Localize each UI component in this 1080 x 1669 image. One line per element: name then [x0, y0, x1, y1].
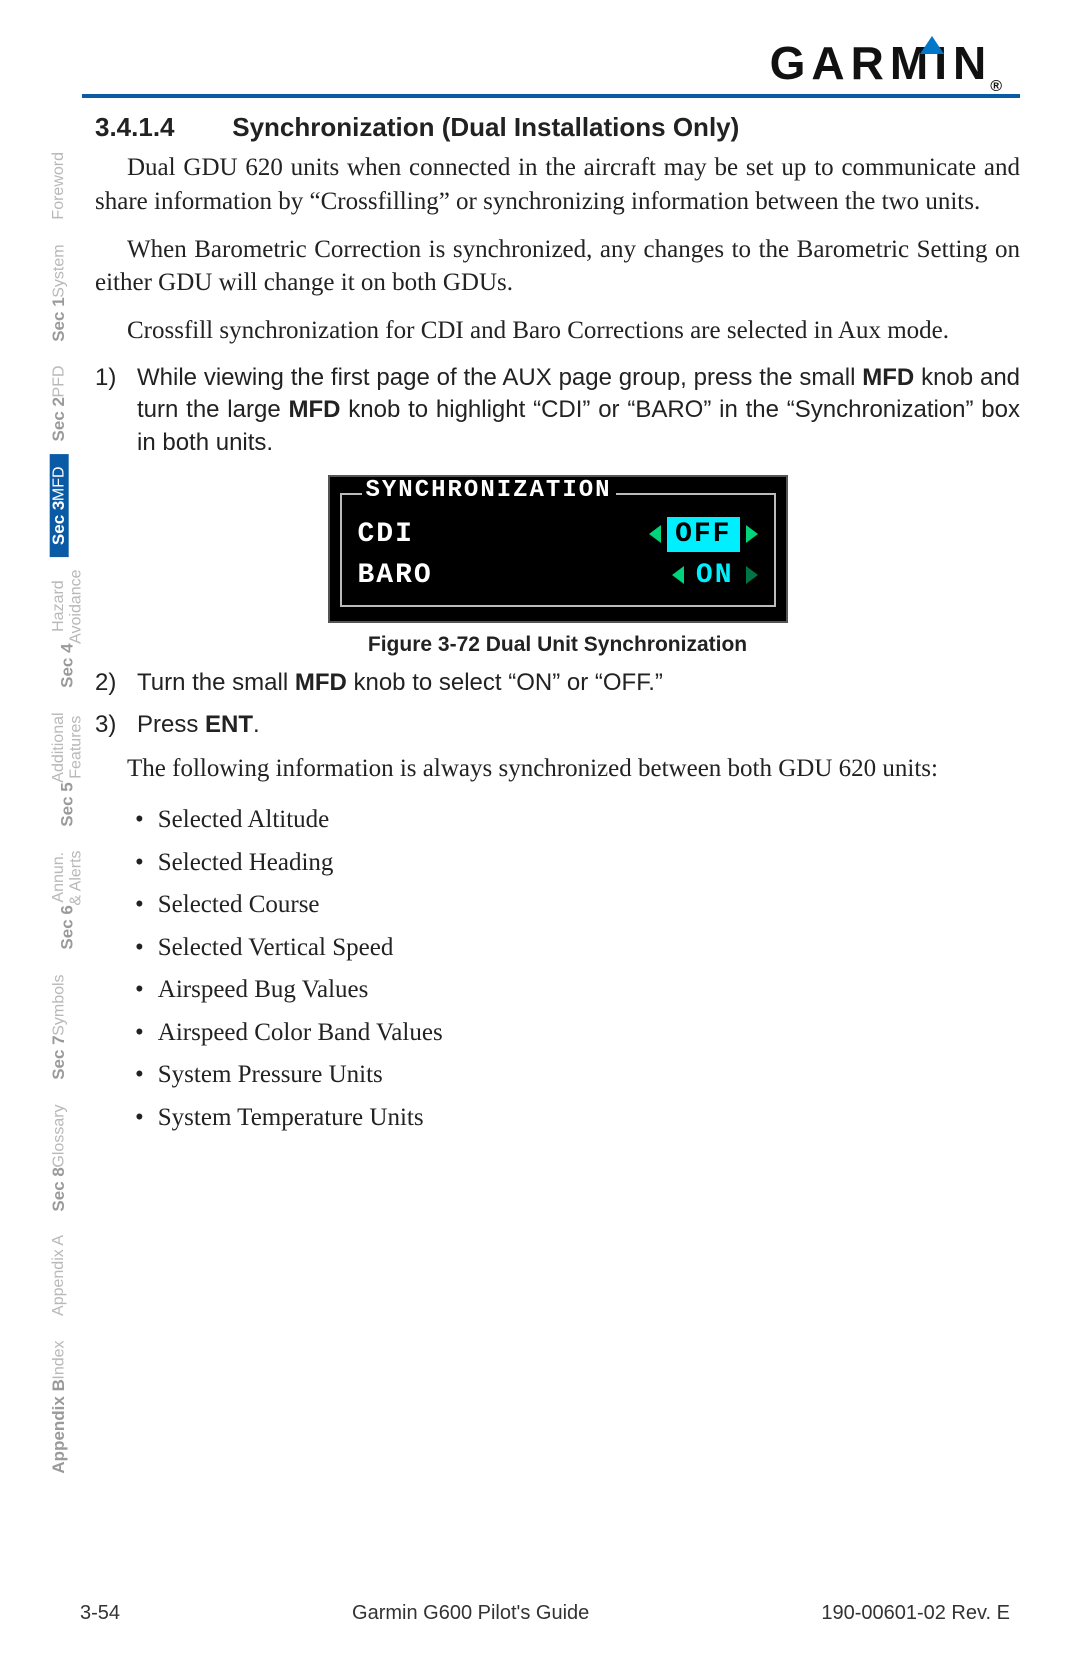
side-tabs: Foreword Sec 1​System Sec 2​PFD Sec 3​MF… — [50, 140, 88, 1486]
list-item: System Pressure Units — [135, 1054, 1020, 1097]
step-2-num: 2) — [95, 667, 137, 699]
lcd-title: SYNCHRONIZATION — [362, 477, 616, 504]
tab-sec4: Sec 4​Hazard Avoidance — [50, 557, 85, 700]
brand-delta-icon — [920, 36, 944, 54]
list-item: System Temperature Units — [135, 1097, 1020, 1140]
footer-doc-title: Garmin G600 Pilot's Guide — [352, 1602, 589, 1625]
list-item: Selected Vertical Speed — [135, 927, 1020, 970]
page-footer: 3-54 Garmin G600 Pilot's Guide 190-00601… — [80, 1602, 1010, 1625]
list-item: Selected Heading — [135, 842, 1020, 885]
tab-sec2: Sec 2​PFD — [50, 353, 69, 453]
step-3-num: 3) — [95, 709, 137, 741]
tab-sec8: Sec 8​Glossary — [50, 1092, 69, 1224]
figure-sync: SYNCHRONIZATION CDI OFF BARO ON — [95, 475, 1020, 657]
list-item: Selected Altitude — [135, 799, 1020, 842]
step-2: 2) Turn the small MFD knob to select “ON… — [95, 667, 1020, 699]
lcd-row-cdi: CDI OFF — [356, 513, 760, 556]
arrow-left-icon — [672, 566, 684, 584]
para-3: Crossfill synchronization for CDI and Ba… — [95, 314, 1020, 348]
list-item: Airspeed Bug Values — [135, 969, 1020, 1012]
tab-foreword: Foreword — [50, 140, 68, 232]
arrow-left-icon — [649, 525, 661, 543]
lcd-row-baro: BARO ON — [356, 556, 760, 595]
lcd-screen: SYNCHRONIZATION CDI OFF BARO ON — [328, 475, 788, 623]
brand-logo: GARMIN ® — [50, 30, 1020, 90]
list-item: Airspeed Color Band Values — [135, 1012, 1020, 1055]
arrow-right-icon — [746, 525, 758, 543]
list-item: Selected Course — [135, 884, 1020, 927]
tab-sec7: Sec 7​Symbols — [50, 962, 69, 1092]
lcd-baro-label: BARO — [358, 560, 433, 591]
step-1-num: 1) — [95, 362, 137, 459]
section-heading: 3.4.1.4 Synchronization (Dual Installati… — [95, 112, 1020, 143]
footer-page-num: 3-54 — [80, 1602, 120, 1625]
lcd-baro-value: ON — [690, 560, 740, 591]
heading-title: Synchronization (Dual Installations Only… — [232, 112, 739, 142]
step-1: 1) While viewing the first page of the A… — [95, 362, 1020, 459]
tab-sec6: Sec 6​Annun. & Alerts — [50, 838, 85, 962]
header-rule — [82, 94, 1020, 98]
tab-sec1: Sec 1​System — [50, 232, 69, 354]
step-3: 3) Press ENT. — [95, 709, 1020, 741]
sync-list: Selected Altitude Selected Heading Selec… — [135, 799, 1020, 1139]
para-2: When Barometric Correction is synchroniz… — [95, 233, 1020, 301]
para-4: The following information is always sync… — [95, 752, 1020, 786]
figure-caption: Figure 3-72 Dual Unit Synchronization — [95, 633, 1020, 657]
tab-appendix-a: Appendix A — [50, 1223, 68, 1328]
arrow-right-icon — [746, 566, 758, 584]
heading-number: 3.4.1.4 — [95, 112, 225, 143]
brand-reg: ® — [990, 78, 1008, 96]
tab-sec5: Sec 5​Additional Features — [50, 700, 85, 839]
tab-sec3: Sec 3​MFD — [50, 454, 69, 557]
brand-name: GARMIN — [770, 36, 993, 90]
lcd-cdi-label: CDI — [358, 519, 414, 550]
lcd-cdi-value: OFF — [667, 517, 739, 552]
para-1: Dual GDU 620 units when connected in the… — [95, 151, 1020, 219]
footer-rev: 190-00601-02 Rev. E — [821, 1602, 1010, 1625]
tab-appendix-b: Appendix B​Index — [50, 1328, 69, 1486]
